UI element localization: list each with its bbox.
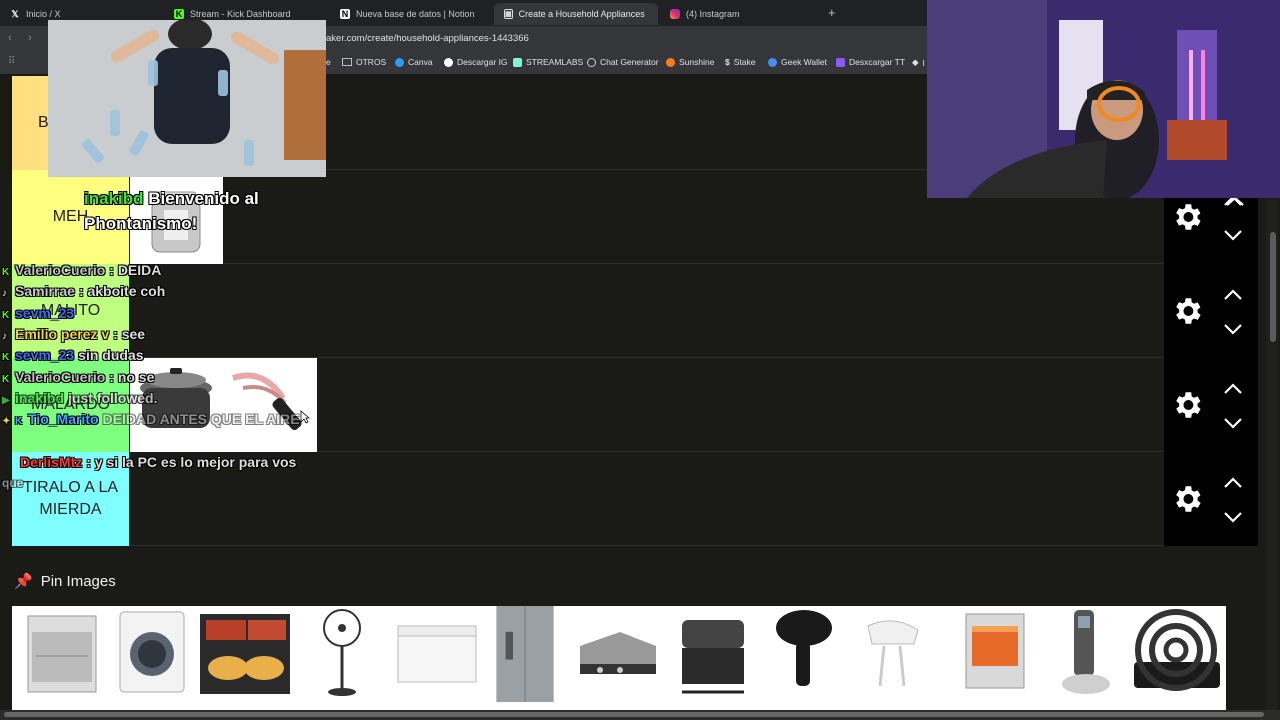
diamond-icon: ◆ (912, 57, 919, 67)
tiktok-icon: ♪ (2, 288, 7, 299)
pin-images-strip (12, 606, 1226, 710)
streamlabs-icon (513, 57, 522, 67)
tier-controls (1164, 452, 1258, 546)
bookmark-geek-wallet[interactable]: Geek Wallet (768, 57, 827, 67)
streamer-webcam-overlay (927, 0, 1280, 198)
cordless-phone-thumb[interactable] (1056, 606, 1116, 702)
kick-icon: K (2, 267, 10, 278)
wallet-icon (768, 57, 777, 67)
chevron-down-icon[interactable] (1222, 510, 1244, 524)
tiktok-download-icon (836, 57, 845, 67)
chevron-up-icon[interactable] (1222, 476, 1244, 490)
kick-icon: K (2, 352, 10, 363)
bookmark-streamlabs[interactable]: STREAMLABS (513, 57, 583, 67)
chat-message: que (2, 476, 24, 490)
url-field[interactable]: aker.com/create/household-appliances-144… (326, 33, 529, 44)
bookmark-item[interactable]: ◆ I (912, 57, 925, 68)
x-logo-icon: 𝕏 (11, 8, 19, 19)
pin-images-header: 📌 Pin Images (14, 572, 116, 591)
bookmark-descargar-tt[interactable]: Desxcargar TT (836, 57, 905, 67)
tab-instagram[interactable]: (4) Instagram (660, 3, 824, 25)
welcome-message: inakibd Bienvenido al Phontanismo! (84, 189, 259, 233)
pin-icon: ✦ (2, 416, 11, 427)
folder-icon (342, 58, 352, 66)
guest-webcam-image (48, 20, 326, 177)
chevron-up-icon[interactable] (1222, 288, 1244, 302)
mouse-cursor-icon (300, 410, 310, 424)
guest-webcam-overlay (48, 20, 326, 177)
bookmark-sunshine[interactable]: Sunshine (666, 57, 714, 67)
hot-plate-thumb[interactable] (1128, 606, 1226, 702)
chat-message: ♪ Emilio perez v: see (2, 326, 146, 342)
bookmark-folder-otros[interactable]: OTROS (342, 57, 386, 67)
kick-icon: K (15, 416, 23, 427)
tier-row-malito: MALITO (12, 264, 1258, 358)
sunshine-icon (666, 57, 675, 67)
chat-message: Ksevm_23 (2, 305, 75, 321)
chevron-down-icon[interactable] (1222, 228, 1244, 242)
tier-controls (1164, 264, 1258, 358)
tier-row-malardo: MALARDO (12, 358, 1258, 452)
gear-icon[interactable] (1170, 200, 1204, 234)
chat-message: Ksevm_23 sin dudas (2, 347, 144, 363)
dishwasher-thumb[interactable] (14, 606, 110, 702)
gear-icon[interactable] (1170, 482, 1204, 516)
horizontal-scrollbar-thumb[interactable] (4, 712, 1264, 717)
kick-logo-icon: K (174, 9, 184, 19)
bookmark-item[interactable]: e (326, 57, 331, 67)
vertical-scrollbar-thumb[interactable] (1270, 232, 1276, 342)
chat-message: K ValerioCuerio: DEIDA (2, 262, 162, 278)
kick-icon: K (2, 374, 10, 385)
kick-icon: K (2, 310, 10, 321)
bookmark-canva[interactable]: Canva (395, 57, 433, 67)
chat-message: K ValerioCuerio: no se (2, 369, 155, 385)
youtube-icon: ▶ (2, 395, 10, 406)
back-icon[interactable]: ‹ (8, 32, 12, 44)
hair-dryer-thumb[interactable] (772, 606, 836, 702)
pushpin-icon: 📌 (14, 573, 33, 590)
gear-icon[interactable] (1170, 294, 1204, 328)
streamer-webcam-image (927, 0, 1280, 198)
tiktok-icon: ♪ (2, 331, 7, 342)
griddle-thumb[interactable] (198, 606, 292, 702)
instagram-icon (670, 9, 680, 19)
bookmark-descargar-ig[interactable]: Descargar IG (444, 57, 508, 67)
hand-mixer-thumb[interactable] (858, 606, 928, 702)
fan-thumb[interactable] (312, 606, 372, 702)
curling-iron-image (232, 372, 302, 431)
chevron-up-icon[interactable] (1222, 382, 1244, 396)
space-heater-thumb[interactable] (958, 606, 1032, 702)
chat-message: DerlisMtz: y si la PC es lo mejor para v… (20, 454, 297, 470)
appliance-image-curling-iron[interactable] (223, 358, 317, 452)
download-icon (444, 57, 453, 67)
gear-icon[interactable] (1170, 388, 1204, 422)
tab-tiermaker[interactable]: ▦ Create a Household Appliances ✕ (494, 3, 658, 25)
tier-controls (1164, 358, 1258, 452)
chest-freezer-thumb[interactable] (392, 606, 482, 702)
new-tab-button[interactable]: + (828, 5, 836, 20)
tiermaker-icon: ▦ (504, 9, 513, 19)
tab-notion[interactable]: N Nueva base de datos | Notion (330, 3, 494, 25)
canva-icon (395, 57, 404, 67)
refrigerator-thumb[interactable] (492, 606, 558, 702)
apps-icon[interactable]: ⠿ (8, 56, 15, 67)
chat-message: ✦ K Tio_Marito DEIDAD ANTES QUE EL AIRE (2, 411, 300, 427)
bookmark-stake[interactable]: $ Stake (725, 57, 755, 67)
bookmark-chat-generator[interactable]: Chat Generator (587, 57, 659, 67)
chevron-down-icon[interactable] (1222, 416, 1244, 430)
stake-icon: $ (725, 57, 730, 67)
chevron-down-icon[interactable] (1222, 322, 1244, 336)
globe-icon (587, 57, 596, 67)
chat-message: ♪ Samirrae: akboite coh (2, 283, 166, 299)
chat-message: ▶ inakibd just followed. (2, 390, 158, 406)
contact-grill-thumb[interactable] (570, 606, 664, 702)
forward-icon[interactable]: › (28, 32, 32, 44)
washing-machine-thumb[interactable] (112, 606, 192, 702)
gas-grill-thumb[interactable] (668, 606, 758, 702)
notion-logo-icon: N (340, 9, 350, 19)
